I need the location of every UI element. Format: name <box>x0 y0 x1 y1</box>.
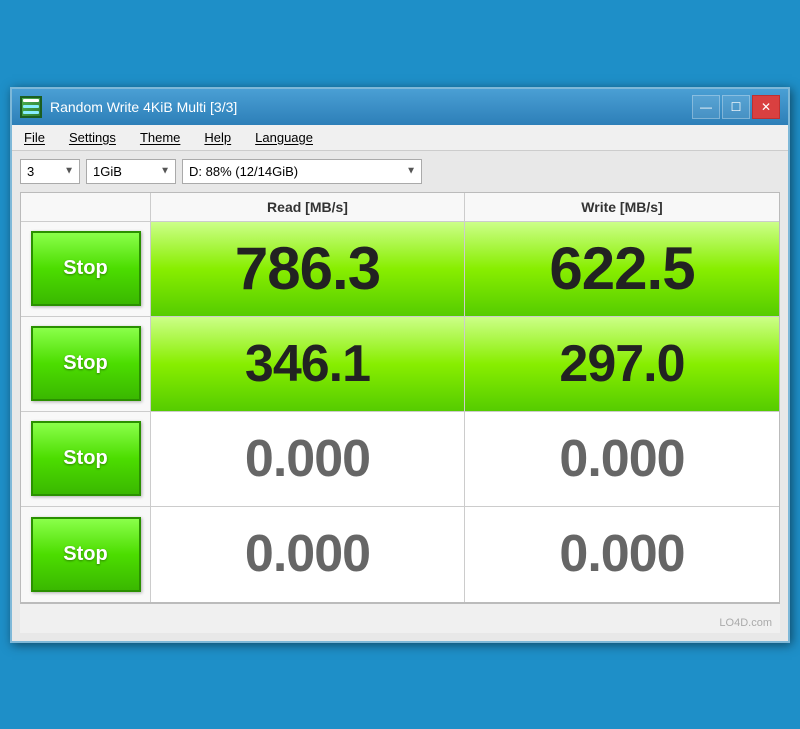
window-controls: — ☐ ✕ <box>692 95 780 119</box>
read-value-2: 346.1 <box>151 317 465 411</box>
table-row: Stop 0.000 0.000 <box>21 507 779 602</box>
stop-button-3[interactable]: Stop <box>31 421 141 496</box>
write-text-1: 622.5 <box>549 234 694 303</box>
menu-item-help[interactable]: Help <box>200 128 235 147</box>
menu-item-file[interactable]: File <box>20 128 49 147</box>
stop-button-1[interactable]: Stop <box>31 231 141 306</box>
write-value-2: 297.0 <box>465 317 779 411</box>
queue-wrapper: 3 <box>20 159 80 184</box>
queue-select[interactable]: 3 <box>20 159 80 184</box>
stop-button-4[interactable]: Stop <box>31 517 141 592</box>
write-text-4: 0.000 <box>559 524 684 584</box>
size-wrapper: 1GiB <box>86 159 176 184</box>
grid-header: Read [MB/s] Write [MB/s] <box>21 193 779 222</box>
read-text-2: 346.1 <box>245 334 370 394</box>
stop-cell-1: Stop <box>21 222 151 316</box>
write-text-2: 297.0 <box>559 334 684 394</box>
drive-select[interactable]: D: 88% (12/14GiB) <box>182 159 422 184</box>
header-read: Read [MB/s] <box>151 193 465 221</box>
drive-wrapper: D: 88% (12/14GiB) <box>182 159 422 184</box>
read-text-3: 0.000 <box>245 429 370 489</box>
stop-cell-4: Stop <box>21 507 151 602</box>
read-value-4: 0.000 <box>151 507 465 602</box>
results-grid: Read [MB/s] Write [MB/s] Stop 786.3 622.… <box>20 192 780 603</box>
app-icon <box>20 96 42 118</box>
table-row: Stop 346.1 297.0 <box>21 317 779 412</box>
menu-item-language[interactable]: Language <box>251 128 317 147</box>
read-text-4: 0.000 <box>245 524 370 584</box>
stop-cell-2: Stop <box>21 317 151 411</box>
maximize-button[interactable]: ☐ <box>722 95 750 119</box>
close-button[interactable]: ✕ <box>752 95 780 119</box>
content-area: 3 1GiB D: 88% (12/14GiB) Read [MB/s] Wri… <box>12 151 788 641</box>
stop-cell-3: Stop <box>21 412 151 506</box>
read-text-1: 786.3 <box>235 234 380 303</box>
minimize-button[interactable]: — <box>692 95 720 119</box>
toolbar: 3 1GiB D: 88% (12/14GiB) <box>20 159 780 184</box>
table-row: Stop 0.000 0.000 <box>21 412 779 507</box>
menu-item-settings[interactable]: Settings <box>65 128 120 147</box>
read-value-1: 786.3 <box>151 222 465 316</box>
size-select[interactable]: 1GiB <box>86 159 176 184</box>
write-value-1: 622.5 <box>465 222 779 316</box>
table-row: Stop 786.3 622.5 <box>21 222 779 317</box>
write-text-3: 0.000 <box>559 429 684 489</box>
menu-bar: File Settings Theme Help Language <box>12 125 788 151</box>
title-bar: Random Write 4KiB Multi [3/3] — ☐ ✕ <box>12 89 788 125</box>
header-write: Write [MB/s] <box>465 193 779 221</box>
title-bar-left: Random Write 4KiB Multi [3/3] <box>20 96 237 118</box>
stop-button-2[interactable]: Stop <box>31 326 141 401</box>
watermark: LO4D.com <box>719 617 772 629</box>
status-bar: LO4D.com <box>20 603 780 633</box>
write-value-3: 0.000 <box>465 412 779 506</box>
read-value-3: 0.000 <box>151 412 465 506</box>
menu-item-theme[interactable]: Theme <box>136 128 184 147</box>
write-value-4: 0.000 <box>465 507 779 602</box>
header-empty <box>21 193 151 221</box>
window-title: Random Write 4KiB Multi [3/3] <box>50 99 237 115</box>
main-window: Random Write 4KiB Multi [3/3] — ☐ ✕ File… <box>10 87 790 643</box>
